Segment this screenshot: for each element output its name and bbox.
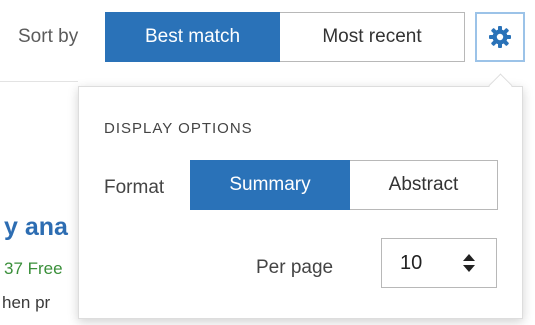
gear-icon [489, 26, 511, 48]
header-divider [0, 81, 78, 82]
sort-by-label: Sort by [18, 26, 79, 47]
display-options-popover: DISPLAY OPTIONS Format Summary Abstract … [78, 86, 523, 319]
sort-best-match-button[interactable]: Best match [105, 12, 280, 62]
display-options-button[interactable] [475, 12, 525, 62]
result-title-fragment[interactable]: y ana [4, 213, 68, 242]
format-toggle: Summary Abstract [190, 160, 498, 210]
format-summary-button[interactable]: Summary [190, 160, 350, 210]
sort-most-recent-button[interactable]: Most recent [280, 12, 465, 62]
display-options-heading: DISPLAY OPTIONS [104, 120, 253, 137]
result-authors-fragment: hen pr [2, 293, 51, 312]
per-page-select[interactable]: 10 [381, 238, 497, 288]
per-page-label: Per page [256, 257, 334, 278]
sort-arrows-icon [463, 254, 475, 272]
format-label: Format [104, 177, 165, 198]
sort-toggle: Best match Most recent [105, 12, 465, 62]
result-meta-fragment: 37 Free [4, 259, 63, 278]
search-results-page: Sort by Best match Most recent y ana 37 … [0, 0, 535, 325]
per-page-value: 10 [400, 251, 423, 274]
format-abstract-button[interactable]: Abstract [350, 160, 498, 210]
